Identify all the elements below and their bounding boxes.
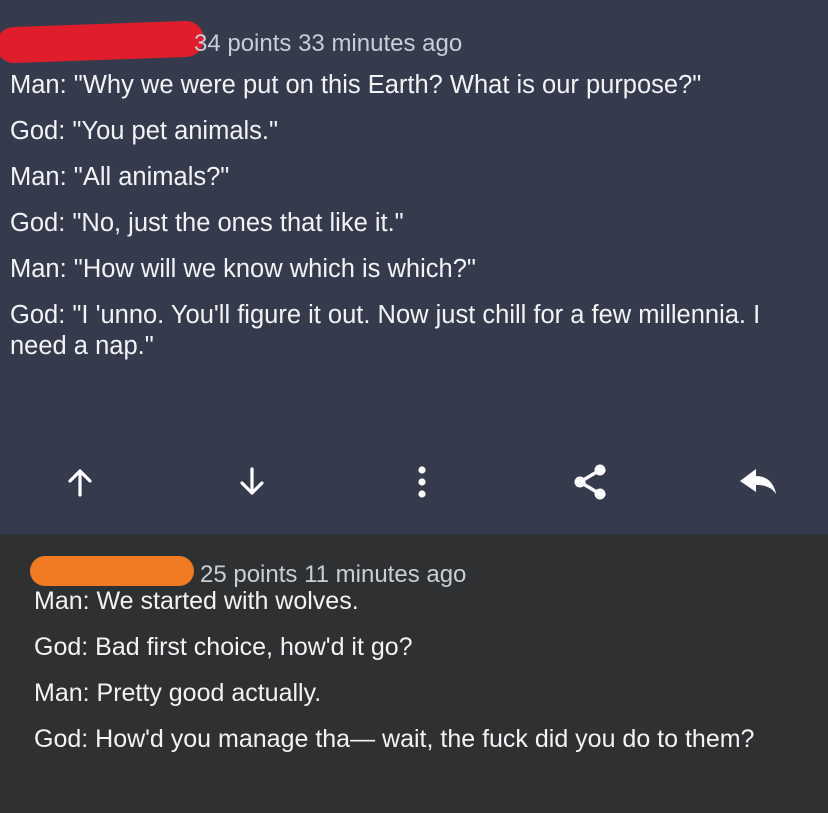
comment-2: 25 points 11 minutes ago Man: We started… — [0, 534, 828, 813]
comment-1-score-time: 34 points 33 minutes ago — [194, 30, 463, 57]
comment-line: Man: Pretty good actually. — [34, 679, 322, 707]
upvote-button[interactable] — [52, 452, 108, 512]
comment-1-meta: 34 points 33 minutes ago — [0, 0, 828, 70]
comment-2-body: Man: We started with wolves. God: Bad fi… — [34, 586, 820, 754]
reply-icon — [740, 469, 776, 494]
comment-2-score-time: 25 points 11 minutes ago — [200, 561, 467, 588]
comment-line: Man: We started with wolves. — [34, 587, 359, 615]
comment-line: God: How'd you manage tha— wait, the fuc… — [34, 725, 755, 753]
reply-button[interactable] — [730, 452, 786, 512]
share-icon — [574, 464, 606, 500]
comment-line: God: "I 'unno. You'll figure it out. Now… — [10, 301, 761, 360]
more-options-button[interactable] — [394, 452, 450, 512]
comment-2-meta: 25 points 11 minutes ago — [30, 534, 828, 588]
comment-line: God: "No, just the ones that like it." — [10, 209, 404, 237]
comment-line: Man: "All animals?" — [10, 163, 230, 191]
comment-line: God: Bad first choice, how'd it go? — [34, 633, 413, 661]
comment-1-body: Man: "Why we were put on this Earth? Wha… — [10, 70, 800, 362]
more-options-icon — [418, 466, 426, 498]
downvote-button[interactable] — [224, 452, 280, 512]
comment-line: Man: "How will we know which is which?" — [10, 255, 476, 283]
redacted-username — [0, 20, 205, 64]
redacted-username — [30, 556, 194, 586]
comment-1: 34 points 33 minutes ago Man: "Why we we… — [0, 0, 828, 534]
share-button[interactable] — [562, 452, 618, 512]
upvote-arrow-icon — [68, 469, 92, 497]
comment-line: God: "You pet animals." — [10, 117, 279, 145]
comment-thread: 34 points 33 minutes ago Man: "Why we we… — [0, 0, 828, 813]
comment-line: Man: "Why we were put on this Earth? Wha… — [10, 71, 702, 99]
downvote-arrow-icon — [240, 467, 264, 495]
comment-1-actions — [0, 452, 828, 512]
